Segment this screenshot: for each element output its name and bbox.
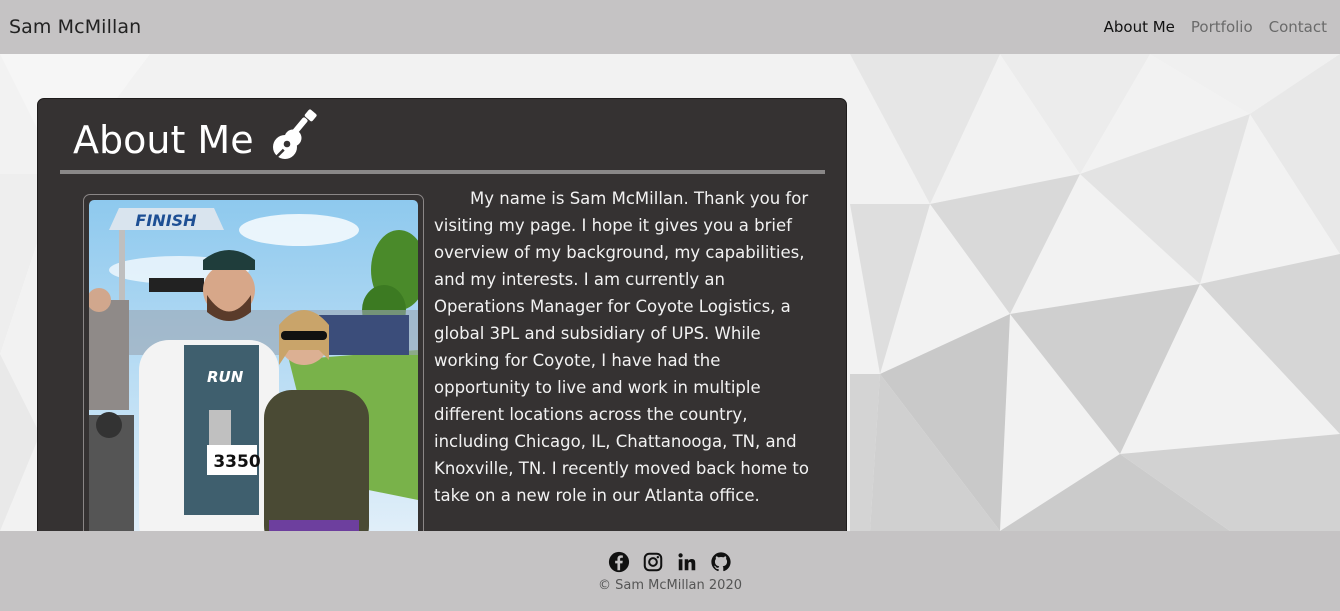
finish-banner-text: FINISH [135, 211, 197, 230]
profile-photo-frame: FINISH RUN 3350 [83, 194, 424, 554]
profile-photo: FINISH RUN 3350 [89, 200, 418, 554]
bio-text: My name is Sam McMillan. Thank you for v… [434, 189, 809, 505]
bib-number: 3350 [213, 452, 260, 472]
instagram-icon[interactable] [642, 551, 664, 573]
about-title: About Me [73, 118, 254, 162]
nav-portfolio[interactable]: Portfolio [1191, 18, 1253, 36]
github-icon[interactable] [710, 551, 732, 573]
nav-links: About Me Portfolio Contact [1104, 18, 1331, 36]
nav-contact[interactable]: Contact [1269, 18, 1327, 36]
social-links [608, 551, 732, 573]
linkedin-icon[interactable] [676, 551, 698, 573]
facebook-icon[interactable] [608, 551, 630, 573]
title-divider [60, 170, 825, 174]
about-heading: About Me [73, 109, 320, 163]
nav-about-me[interactable]: About Me [1104, 18, 1175, 36]
about-card: About Me FINISH RUN 3350 My name is Sam … [37, 98, 847, 558]
shirt-text: RUN [207, 368, 244, 386]
brand-link[interactable]: Sam McMillan [9, 16, 141, 38]
copyright-text: © Sam McMillan 2020 [598, 578, 742, 593]
guitar-icon [272, 109, 317, 159]
navbar: Sam McMillan About Me Portfolio Contact [0, 0, 1340, 54]
footer: © Sam McMillan 2020 [0, 531, 1340, 611]
